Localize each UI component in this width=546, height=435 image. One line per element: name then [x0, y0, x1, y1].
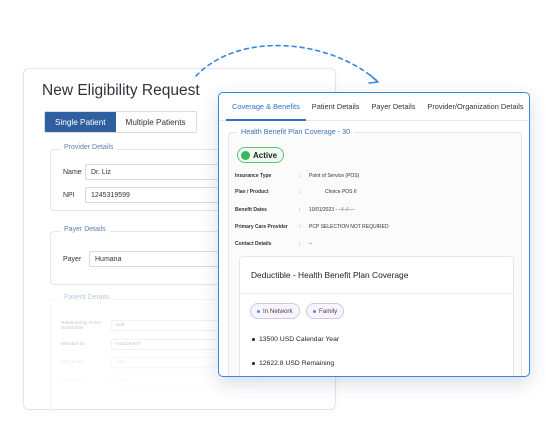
- page-title: New Eligibility Request: [42, 82, 200, 99]
- info-colon: :: [299, 241, 301, 247]
- deductible-card: Deductible - Health Benefit Plan Coverag…: [239, 256, 514, 376]
- info-row-primary-care-provider: Primary Care Provider : PCP SELECTION NO…: [235, 224, 389, 230]
- stage: New Eligibility Request Single Patient M…: [0, 0, 546, 435]
- chip-label: Family: [319, 308, 338, 315]
- tab-coverage-benefits[interactable]: Coverage & Benefits: [226, 93, 306, 121]
- list-item: 13500 USD Calendar Year: [252, 336, 339, 343]
- info-key: Benefit Dates: [235, 207, 267, 213]
- list-item: 12622.8 USD Remaining: [252, 360, 334, 367]
- patient-row-label: Member ID: [61, 342, 85, 347]
- info-colon: :: [299, 173, 301, 179]
- info-key: Plan / Product: [235, 189, 269, 195]
- chip-label: In Network: [263, 308, 293, 315]
- tab-payer-details[interactable]: Payer Details: [365, 93, 421, 121]
- provider-name-label: Name: [63, 168, 82, 176]
- provider-npi-label: NPI: [63, 191, 75, 199]
- chip-family[interactable]: Family: [306, 303, 345, 319]
- tab-single-patient[interactable]: Single Patient: [45, 112, 116, 132]
- list-item-text: 12622.8 USD Remaining: [259, 360, 335, 367]
- tab-multiple-patients[interactable]: Multiple Patients: [115, 112, 196, 132]
- info-value: Point of Service (POS): [309, 173, 360, 179]
- list-item-text: 13500 USD Calendar Year: [259, 336, 340, 343]
- patient-details-legend: Patient Details: [60, 294, 114, 301]
- coverage-benefits-card: Coverage & Benefits Patient Details Paye…: [218, 92, 530, 377]
- patient-mode-tabs: Single Patient Multiple Patients: [44, 111, 197, 133]
- patient-row-label: Relationship to the Subscriber: [61, 320, 101, 331]
- divider: [240, 293, 513, 294]
- info-colon: :: [299, 207, 301, 213]
- chip-dot-icon: [313, 309, 316, 313]
- info-row-benefit-dates: Benefit Dates : 10/01/2023 - --/--/----: [235, 207, 355, 213]
- info-row-contact-details: Contact Details : --: [235, 241, 312, 247]
- coverage-tabs: Coverage & Benefits Patient Details Paye…: [219, 93, 529, 121]
- info-value: --: [309, 241, 313, 247]
- chip-dot-icon: [257, 309, 260, 313]
- info-value: Choice POS II: [325, 189, 357, 195]
- tab-patient-details[interactable]: Patient Details: [306, 93, 366, 121]
- info-key: Insurance Type: [235, 173, 272, 179]
- deductible-title: Deductible - Health Benefit Plan Coverag…: [251, 270, 409, 280]
- info-key: Primary Care Provider: [235, 224, 288, 230]
- info-colon: :: [299, 224, 301, 230]
- info-value: 10/01/2023 - --/--/----: [309, 207, 355, 213]
- tab-provider-organization-details[interactable]: Provider/Organization Details: [421, 93, 529, 121]
- provider-details-legend: Provider Details: [60, 144, 118, 151]
- bullet-icon: [252, 337, 255, 341]
- plan-coverage-section: Health Benefit Plan Coverage - 30 Active…: [228, 127, 522, 376]
- info-key: Contact Details: [235, 241, 272, 247]
- status-badge: Active: [237, 147, 285, 163]
- info-value: PCP SELECTION NOT REQUIRED: [309, 224, 389, 230]
- info-colon: :: [299, 189, 301, 195]
- chip-in-network[interactable]: In Network: [250, 303, 300, 319]
- plan-coverage-legend: Health Benefit Plan Coverage - 30: [237, 127, 355, 136]
- patient-row-label: First Name: [61, 360, 85, 365]
- payer-details-legend: Payer Details: [60, 226, 110, 233]
- payer-label: Payer: [63, 255, 82, 263]
- bullet-icon: [252, 361, 255, 365]
- status-label: Active: [253, 150, 278, 160]
- patient-row-label: Last Name: [61, 378, 85, 383]
- status-dot-icon: [241, 150, 250, 160]
- info-row-plan-product: Plan / Product : Choice POS II: [235, 189, 357, 195]
- info-row-insurance-type: Insurance Type : Point of Service (POS): [235, 173, 359, 179]
